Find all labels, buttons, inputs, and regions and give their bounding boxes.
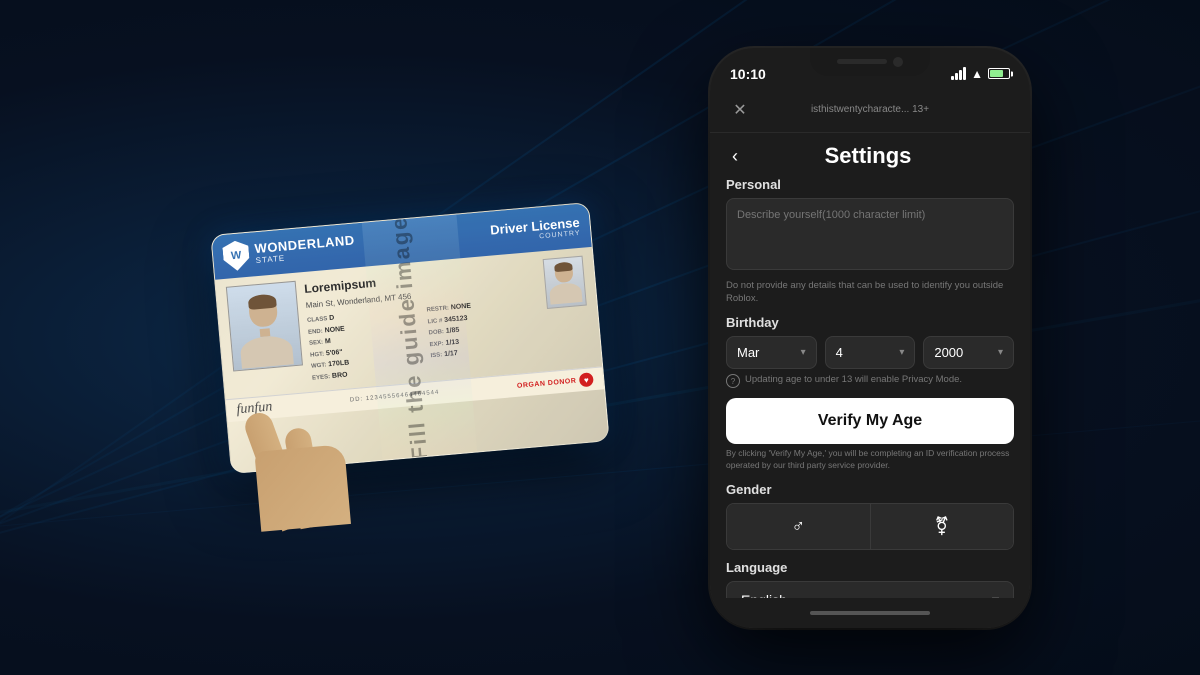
card-type-block: Driver License COUNTRY: [490, 214, 581, 244]
info-circle-icon: ?: [726, 374, 740, 388]
palm: [254, 444, 351, 532]
personal-section-label: Personal: [726, 177, 1014, 192]
organ-donor-text: ORGAN DONOR: [517, 377, 577, 389]
person-head: [248, 293, 279, 327]
battery-icon: [988, 68, 1010, 79]
birthday-year-value: 2000: [934, 345, 963, 360]
birthday-month-value: Mar: [737, 345, 759, 360]
person-hair: [248, 293, 277, 309]
year-chevron-icon: ▾: [998, 347, 1003, 358]
gender-male-icon: ♂: [792, 516, 806, 537]
notch-speaker: [837, 59, 887, 64]
card-shield-icon: [222, 239, 251, 271]
signal-bars-icon: [951, 67, 966, 80]
person-hair-sm: [554, 261, 573, 272]
language-label: Language: [726, 560, 1014, 575]
phone-screen: ‹ Settings Personal Do not provide any d…: [710, 133, 1030, 598]
settings-title: Settings: [752, 143, 984, 169]
settings-content: Personal Do not provide any details that…: [710, 177, 1030, 598]
privacy-note: Do not provide any details that can be u…: [726, 279, 1014, 306]
birthday-label: Birthday: [726, 315, 1014, 330]
signal-bar-1: [951, 76, 954, 80]
status-time: 10:10: [730, 66, 766, 82]
person-head-sm: [554, 261, 574, 282]
birthday-day-select[interactable]: 4 ▾: [825, 336, 916, 369]
person-shoulder-sm: [549, 281, 583, 304]
personal-textarea[interactable]: [726, 198, 1014, 270]
privacy-mode-note: ? Updating age to under 13 will enable P…: [726, 373, 1014, 388]
battery-fill: [990, 70, 1003, 77]
signal-bar-3: [959, 70, 962, 80]
gender-male-option[interactable]: ♂: [727, 504, 871, 549]
settings-header: ‹ Settings: [710, 133, 1030, 177]
signal-bar-4: [963, 67, 966, 80]
gender-other-icon: ⚧: [934, 516, 949, 537]
gender-other-option[interactable]: ⚧: [871, 504, 1014, 549]
birthday-section: Birthday Mar ▾ 4 ▾ 2000: [726, 315, 1014, 388]
app-close-button[interactable]: ✕: [726, 96, 754, 124]
phone-notch: [810, 48, 930, 76]
app-subtitle: isthistwentycharacte... 13+: [811, 104, 929, 115]
birthday-year-select[interactable]: 2000 ▾: [923, 336, 1014, 369]
phone-wrapper: 10:10 ▲ ✕ isthistwentycha: [710, 48, 1030, 628]
language-select[interactable]: English ▾: [726, 581, 1014, 598]
birthday-selects: Mar ▾ 4 ▾ 2000 ▾: [726, 336, 1014, 369]
privacy-mode-text: Updating age to under 13 will enable Pri…: [745, 373, 962, 386]
gender-options: ♂ ⚧: [726, 503, 1014, 550]
hand: [241, 342, 376, 532]
status-icons: ▲: [951, 67, 1010, 81]
gender-section: Gender ♂ ⚧: [726, 482, 1014, 550]
back-button[interactable]: ‹: [726, 145, 744, 167]
card-photo-right: [543, 255, 587, 308]
signal-bar-2: [955, 73, 958, 80]
verify-section: Verify My Age By clicking 'Verify My Age…: [726, 398, 1014, 472]
verify-note: By clicking 'Verify My Age,' you will be…: [726, 448, 1014, 472]
home-indicator: [710, 598, 1030, 628]
phone: 10:10 ▲ ✕ isthistwentycha: [710, 48, 1030, 628]
gender-label: Gender: [726, 482, 1014, 497]
language-section: Language English ▾: [726, 560, 1014, 598]
personal-section: Personal Do not provide any details that…: [726, 177, 1014, 306]
person-neck: [260, 327, 271, 336]
home-bar: [810, 611, 930, 615]
phone-app-bar: ✕ isthistwentycharacte... 13+: [710, 92, 1030, 133]
wifi-icon: ▲: [971, 67, 983, 81]
month-chevron-icon: ▾: [801, 347, 806, 358]
card-title-block: WONDERLAND STATE: [254, 233, 356, 265]
day-chevron-icon: ▾: [899, 347, 904, 358]
notch-camera: [893, 57, 903, 67]
organ-donor: ORGAN DONOR ♥: [516, 372, 593, 393]
verify-age-button[interactable]: Verify My Age: [726, 398, 1014, 444]
organ-donor-heart-icon: ♥: [579, 372, 594, 387]
birthday-month-select[interactable]: Mar ▾: [726, 336, 817, 369]
birthday-day-value: 4: [836, 345, 843, 360]
hand-card-wrapper: WONDERLAND STATE Driver License COUNTRY: [210, 201, 609, 473]
id-card-area: WONDERLAND STATE Driver License COUNTRY: [170, 98, 650, 578]
scene: WONDERLAND STATE Driver License COUNTRY: [0, 0, 1200, 675]
